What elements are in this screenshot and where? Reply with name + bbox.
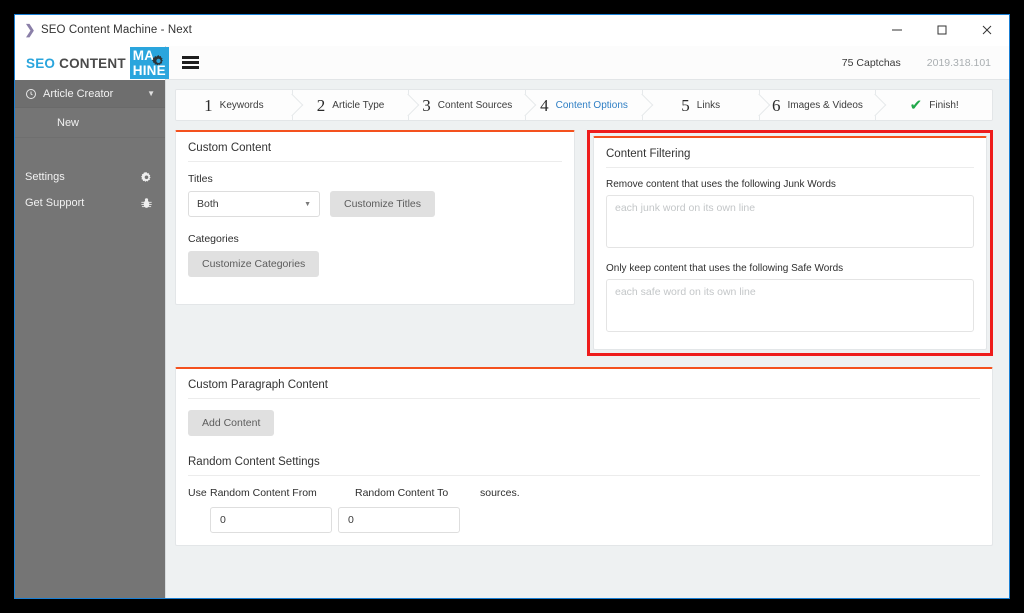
check-icon: ✔: [909, 96, 923, 114]
hamburger-menu-icon[interactable]: [182, 56, 199, 69]
window-title: SEO Content Machine - Next: [41, 24, 192, 36]
panel-title: Custom Paragraph Content: [188, 379, 980, 399]
junk-words-textarea[interactable]: [606, 195, 974, 248]
titles-label: Titles: [188, 173, 213, 185]
step-label: Links: [696, 99, 721, 111]
random-content-to-input[interactable]: [338, 507, 460, 533]
sidebar-filler: [15, 216, 165, 598]
window-controls: [874, 15, 1009, 46]
close-button[interactable]: [964, 15, 1009, 46]
step-number: 1: [204, 95, 213, 115]
step-label: Content Sources: [437, 99, 513, 111]
top-bar: 75 Captchas 2019.318.101: [166, 46, 1009, 80]
minimize-button[interactable]: [874, 15, 919, 46]
step-images-videos[interactable]: 6 Images & Videos: [759, 90, 877, 120]
gear-icon: [151, 54, 166, 72]
brand-machine-badge: MA HINE: [129, 47, 169, 79]
use-label: Use: [188, 487, 207, 499]
gear-icon: [140, 171, 153, 184]
sidebar-item-label: Get Support: [25, 197, 85, 209]
step-label: Article Type: [332, 99, 385, 111]
safe-words-textarea[interactable]: [606, 279, 974, 332]
random-content-inputs-row: [188, 507, 980, 533]
step-label: Finish!: [929, 99, 959, 111]
sources-label: sources.: [480, 487, 520, 499]
step-finish[interactable]: ✔ Finish!: [876, 90, 992, 120]
bug-icon: [140, 197, 153, 210]
sidebar: SEO CONTENT MA HINE Article Creator ▼ Ne…: [15, 46, 169, 598]
junk-words-label: Remove content that uses the following J…: [606, 179, 836, 190]
clock-icon: [25, 88, 43, 100]
top-panel-row: Custom Content Titles Both ▼ Customize T…: [175, 130, 993, 356]
main-area: 75 Captchas 2019.318.101 1 Keywords 2 Ar…: [165, 46, 1009, 598]
step-article-type[interactable]: 2 Article Type: [292, 90, 410, 120]
step-number: 2: [316, 95, 326, 115]
random-content-from-label: Random Content From: [210, 487, 317, 499]
step-label: Content Options: [555, 99, 628, 111]
step-number: 3: [422, 95, 431, 115]
sidebar-item-settings[interactable]: Settings: [15, 164, 165, 190]
sidebar-item-label: Article Creator: [43, 87, 114, 100]
panel-title: Content Filtering: [606, 148, 974, 168]
sidebar-item-label: Settings: [25, 171, 65, 183]
chevron-right-icon: ❯: [24, 22, 36, 37]
categories-label: Categories: [188, 233, 239, 245]
brand-content-text: CONTENT: [59, 55, 126, 71]
step-content-sources[interactable]: 3 Content Sources: [409, 90, 527, 120]
chevron-down-icon: ▼: [147, 89, 155, 98]
captcha-counter: 75 Captchas: [841, 56, 901, 69]
content-filtering-panel: Content Filtering Remove content that us…: [593, 136, 987, 350]
application-window: ❯ SEO Content Machine - Next SEO CONTENT: [14, 14, 1010, 599]
brand-logo: SEO CONTENT MA HINE: [15, 46, 169, 80]
customize-categories-button[interactable]: Customize Categories: [188, 251, 320, 277]
step-content-options[interactable]: 4 Content Options: [526, 90, 643, 120]
panel-title: Custom Content: [188, 142, 562, 162]
random-content-labels-row: Use Random Content From Random Content T…: [188, 487, 980, 499]
brand-seo-text: SEO: [26, 55, 56, 71]
step-label: Images & Videos: [787, 99, 863, 111]
sidebar-subitem-label: New: [57, 116, 80, 129]
sidebar-divider: [15, 138, 165, 164]
chevron-down-icon: ▼: [304, 200, 311, 208]
maximize-button[interactable]: [919, 15, 964, 46]
application-body: SEO CONTENT MA HINE Article Creator ▼ Ne…: [15, 46, 1009, 598]
use-label-spacer: [188, 507, 210, 533]
titles-select-value: Both: [197, 198, 219, 210]
random-content-settings-title: Random Content Settings: [188, 456, 980, 476]
sidebar-item-article-creator[interactable]: Article Creator ▼: [15, 80, 165, 108]
content-area: Custom Content Titles Both ▼ Customize T…: [166, 121, 1009, 598]
step-number: 4: [540, 95, 549, 115]
step-keywords[interactable]: 1 Keywords: [176, 90, 293, 120]
sidebar-item-get-support[interactable]: Get Support: [15, 190, 165, 216]
random-content-from-input[interactable]: [210, 507, 332, 533]
safe-words-label: Only keep content that uses the followin…: [606, 263, 844, 274]
step-links[interactable]: 5 Links: [642, 90, 760, 120]
content-filtering-highlight: Content Filtering Remove content that us…: [587, 130, 993, 356]
titles-row: Both ▼ Customize Titles: [188, 191, 562, 217]
step-number: 5: [681, 95, 690, 115]
custom-paragraph-panel: Custom Paragraph Content Add Content Ran…: [175, 367, 993, 546]
title-bar: ❯ SEO Content Machine - Next: [15, 15, 1009, 46]
wizard-steps: 1 Keywords 2 Article Type 3 Content Sour…: [175, 89, 993, 121]
version-label: 2019.318.101: [926, 56, 991, 69]
customize-titles-button[interactable]: Customize Titles: [330, 191, 436, 217]
step-label: Keywords: [219, 99, 264, 111]
add-content-button[interactable]: Add Content: [188, 410, 275, 436]
titles-select[interactable]: Both ▼: [188, 191, 320, 217]
custom-content-panel: Custom Content Titles Both ▼ Customize T…: [175, 130, 575, 305]
sidebar-item-new[interactable]: New: [15, 108, 165, 138]
step-number: 6: [771, 95, 781, 115]
random-content-to-label: Random Content To: [355, 487, 449, 499]
